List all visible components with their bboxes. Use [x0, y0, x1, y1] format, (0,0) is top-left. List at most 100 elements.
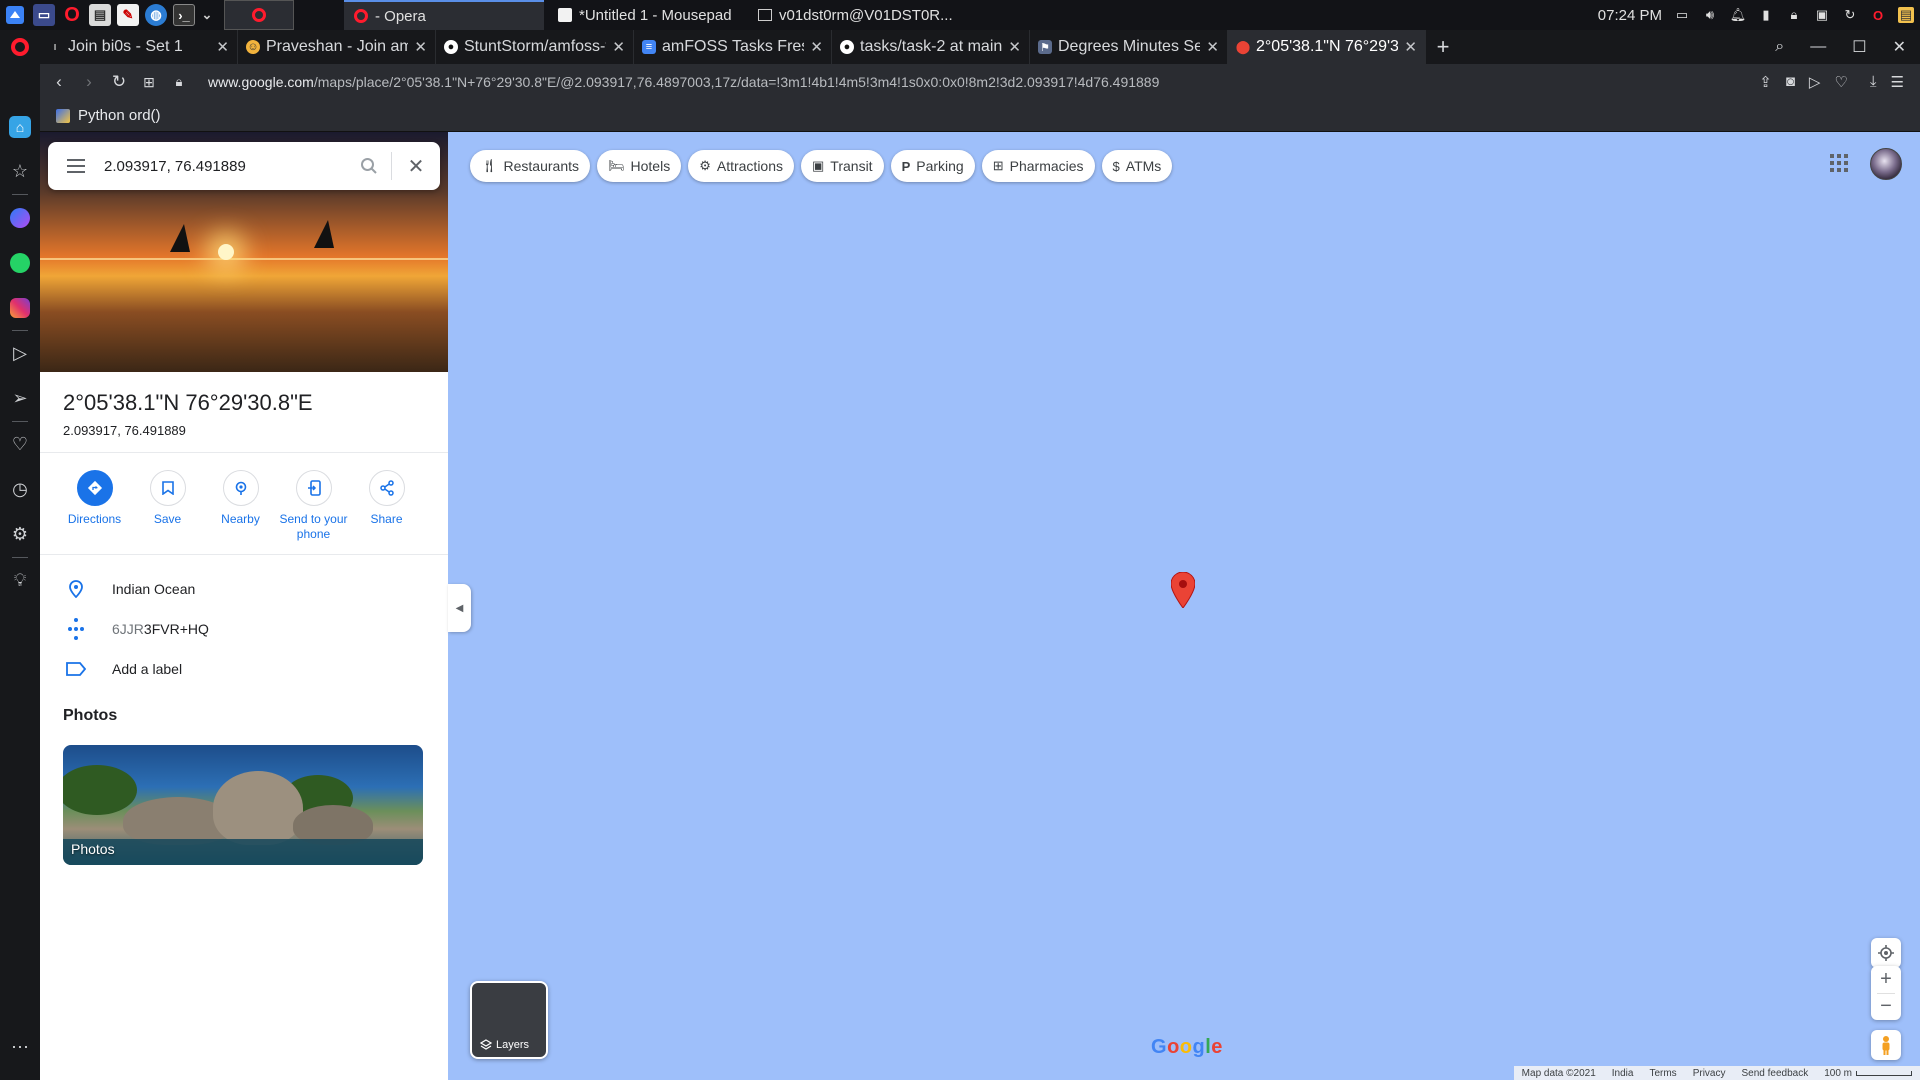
close-icon[interactable]: ✕: [612, 38, 625, 56]
send-feedback-link[interactable]: Send feedback: [1741, 1068, 1808, 1079]
taskbar-mousepad[interactable]: *Untitled 1 - Mousepad: [548, 0, 748, 30]
chip-transit[interactable]: ▣ Transit: [801, 150, 884, 182]
share-button[interactable]: Share: [350, 470, 423, 542]
google-apps-grid-icon[interactable]: [1830, 154, 1848, 172]
photos-card[interactable]: Photos: [63, 745, 423, 865]
taskbar-opera[interactable]: - Opera: [344, 0, 544, 30]
instagram-icon[interactable]: [0, 285, 40, 330]
close-icon[interactable]: ✕: [1206, 38, 1219, 56]
tab-amfoss-tasks[interactable]: ≡ amFOSS Tasks Fresh ✕: [634, 30, 832, 64]
clock[interactable]: 07:24 PM: [1598, 7, 1662, 24]
send-flow-icon[interactable]: ▷: [1809, 73, 1821, 91]
easy-setup-icon[interactable]: ☰: [1891, 73, 1904, 91]
scale-indicator[interactable]: 100 m: [1824, 1068, 1912, 1079]
account-avatar[interactable]: [1870, 148, 1902, 180]
tab-stuntstorm[interactable]: ● StuntStorm/amfoss-t ✕: [436, 30, 634, 64]
layers-button[interactable]: Layers: [470, 981, 548, 1059]
my-location-button[interactable]: [1871, 938, 1901, 968]
chip-pharmacies[interactable]: ⊞ Pharmacies: [981, 150, 1095, 182]
info-row-plus-code[interactable]: 6JJR3FVR+HQ: [40, 609, 448, 649]
zoom-out-button[interactable]: −: [1871, 994, 1901, 1021]
minimize-icon[interactable]: —: [1810, 38, 1826, 56]
close-icon[interactable]: ✕: [1008, 38, 1021, 56]
my-flow-icon[interactable]: ➢: [0, 376, 40, 421]
save-button[interactable]: Save: [131, 470, 204, 542]
speed-dial-icon[interactable]: ⌂: [0, 104, 40, 149]
back-button[interactable]: ‹: [44, 72, 74, 92]
street-view-pegman-icon[interactable]: [1871, 1030, 1901, 1060]
player-icon[interactable]: ▷: [0, 331, 40, 376]
close-icon[interactable]: ✕: [414, 38, 427, 56]
url-field[interactable]: www.google.com/maps/place/2°05'38.1"N+76…: [208, 74, 1208, 90]
history-clock-icon[interactable]: ◷: [0, 467, 40, 512]
secure-lock-icon[interactable]: 🔒︎: [164, 74, 194, 90]
battery-icon[interactable]: ▮: [1758, 7, 1774, 23]
chip-restaurants[interactable]: 🍴︎ Restaurants: [470, 150, 590, 182]
notes-icon[interactable]: ▤: [1898, 7, 1914, 23]
search-input[interactable]: [104, 157, 347, 175]
tab-search-icon[interactable]: ⌕: [1775, 38, 1784, 56]
tips-lightbulb-icon[interactable]: 💡︎: [0, 558, 40, 603]
tab-degrees-minutes[interactable]: ⚑ Degrees Minutes Sec ✕: [1030, 30, 1228, 64]
tab-google-maps[interactable]: ⬤ 2°05'38.1"N 76°29'3 ✕: [1228, 30, 1426, 64]
zoom-in-button[interactable]: +: [1871, 966, 1901, 993]
bookmark-python-ord[interactable]: Python ord(): [78, 107, 161, 124]
close-icon[interactable]: ✕: [810, 38, 823, 56]
chip-attractions[interactable]: ⚙ Attractions: [688, 150, 794, 182]
chip-hotels[interactable]: 🛏︎ Hotels: [597, 150, 682, 182]
reload-button[interactable]: ↻: [104, 72, 134, 92]
close-window-icon[interactable]: ✕: [1893, 37, 1906, 57]
file-manager-icon[interactable]: ▤: [89, 4, 111, 26]
chevron-down-icon[interactable]: ⌄: [201, 4, 213, 26]
settings-gear-icon[interactable]: ⚙: [0, 512, 40, 557]
share-page-icon[interactable]: ⇪: [1759, 73, 1772, 91]
opera-menu-button[interactable]: [0, 30, 40, 64]
more-options-icon[interactable]: ⋯: [0, 1025, 40, 1070]
forward-button[interactable]: ›: [74, 72, 104, 92]
opera-tray-icon[interactable]: O: [1870, 7, 1886, 23]
location-marker-pin-icon[interactable]: [1170, 571, 1196, 613]
terminal-icon[interactable]: ›_: [173, 4, 195, 26]
app-launcher-icon[interactable]: [0, 0, 30, 30]
collapse-panel-button[interactable]: ◀: [448, 584, 471, 632]
region-link[interactable]: India: [1612, 1068, 1634, 1079]
update-icon[interactable]: ▣: [1814, 7, 1830, 23]
taskbar-terminal[interactable]: v01dst0rm@V01DST0R...: [748, 0, 968, 30]
bookmarks-star-icon[interactable]: ☆: [0, 149, 40, 194]
pinboard-heart-icon[interactable]: ♡: [0, 422, 40, 467]
whatsapp-icon[interactable]: [0, 240, 40, 285]
maximize-icon[interactable]: ☐: [1852, 37, 1866, 57]
tab-praveshan[interactable]: ☺ Praveshan - Join amF ✕: [238, 30, 436, 64]
directions-button[interactable]: Directions: [58, 470, 131, 542]
web-browser-icon[interactable]: ◍: [145, 4, 167, 26]
workspace-switcher[interactable]: [224, 0, 294, 30]
info-row-location[interactable]: Indian Ocean: [40, 569, 448, 609]
info-row-add-label[interactable]: Add a label: [40, 649, 448, 689]
notification-bell-icon[interactable]: 🔔︎: [1730, 7, 1747, 23]
add-to-pinboard-heart-icon[interactable]: ♡: [1834, 73, 1847, 91]
tab-tasks-task2[interactable]: ● tasks/task-2 at main ✕: [832, 30, 1030, 64]
close-icon[interactable]: ✕: [216, 38, 229, 56]
volume-icon[interactable]: 🔊︎: [1702, 7, 1718, 23]
privacy-link[interactable]: Privacy: [1693, 1068, 1726, 1079]
lock-icon[interactable]: 🔒︎: [1786, 7, 1802, 23]
google-maps-viewport[interactable]: ✕ 2°05'38.1"N 76°29'30.8"E 2.093917, 76.…: [40, 132, 1920, 1080]
new-tab-button[interactable]: +: [1426, 30, 1460, 64]
refresh-icon[interactable]: ↻: [1842, 7, 1858, 23]
tab-grid-icon[interactable]: ⊞: [134, 74, 164, 91]
display-icon[interactable]: ▭: [1674, 7, 1690, 23]
send-to-phone-button[interactable]: Send to your phone: [277, 470, 350, 542]
tab-join-bi0s[interactable]: ı Join bi0s - Set 1 ✕: [40, 30, 238, 64]
messenger-icon[interactable]: [0, 195, 40, 240]
terms-link[interactable]: Terms: [1649, 1068, 1676, 1079]
snapshot-camera-icon[interactable]: ◙: [1786, 73, 1795, 91]
close-icon[interactable]: ✕: [392, 154, 440, 179]
chip-atms[interactable]: $ ATMs: [1101, 150, 1173, 182]
downloads-icon[interactable]: ⤓: [1870, 73, 1877, 91]
chip-parking[interactable]: P Parking: [890, 150, 975, 182]
text-editor-icon[interactable]: ✎: [117, 4, 139, 26]
search-icon[interactable]: [347, 157, 391, 175]
opera-launcher-icon[interactable]: O: [61, 4, 83, 26]
nearby-button[interactable]: Nearby: [204, 470, 277, 542]
desktop-icon[interactable]: ▭: [33, 4, 55, 26]
